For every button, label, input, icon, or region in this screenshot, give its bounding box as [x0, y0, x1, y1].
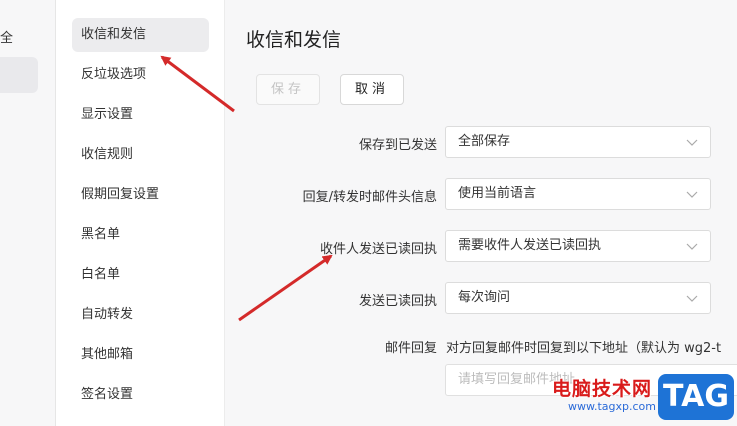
- send-read-receipt-label: 发送已读回执: [358, 294, 437, 309]
- send-read-receipt-select[interactable]: 每次询问: [445, 282, 711, 314]
- reply-address-description: 对方回复邮件时回复到以下地址（默认为 wg2-t: [446, 341, 722, 356]
- watermark-url: www.tagxp.com: [568, 400, 656, 413]
- nav-item-blacklist[interactable]: 黑名单: [72, 218, 209, 252]
- chevron-down-icon: [686, 191, 698, 198]
- read-receipt-request-value: 需要收件人发送已读回执: [458, 238, 602, 253]
- save-to-sent-label: 保存到已发送: [358, 138, 437, 153]
- left-sidebar: 全: [0, 0, 56, 426]
- save-to-sent-select[interactable]: 全部保存: [445, 126, 711, 158]
- send-read-receipt-value: 每次询问: [458, 290, 511, 305]
- nav-item-other-mailbox[interactable]: 其他邮箱: [72, 338, 209, 372]
- nav-item-anti-spam[interactable]: 反垃圾选项: [72, 58, 209, 92]
- nav-item-whitelist[interactable]: 白名单: [72, 258, 209, 292]
- nav-item-receive-rules[interactable]: 收信规则: [72, 138, 209, 172]
- page-title: 收信和发信: [246, 29, 342, 51]
- reply-address-label: 邮件回复: [384, 341, 437, 356]
- chevron-down-icon: [686, 139, 698, 146]
- cancel-button[interactable]: 取消: [340, 74, 404, 105]
- nav-item-display[interactable]: 显示设置: [72, 98, 209, 132]
- chevron-down-icon: [686, 295, 698, 302]
- read-receipt-request-select[interactable]: 需要收件人发送已读回执: [445, 230, 711, 262]
- left-sidebar-selected-item[interactable]: [0, 57, 38, 93]
- left-sidebar-fragment: 全: [0, 31, 14, 46]
- reply-header-value: 使用当前语言: [458, 186, 537, 201]
- watermark-tag: TAG: [658, 374, 734, 420]
- watermark-text: 电脑技术网: [552, 378, 653, 400]
- watermark-logo: 电脑技术网 www.tagxp.com TAG: [552, 372, 737, 426]
- reply-header-label: 回复/转发时邮件头信息: [302, 190, 437, 205]
- settings-nav: 收信和发信 反垃圾选项 显示设置 收信规则 假期回复设置 黑名单 白名单 自动转…: [56, 0, 225, 426]
- nav-item-vacation-reply[interactable]: 假期回复设置: [72, 178, 209, 212]
- save-button[interactable]: 保存: [256, 74, 320, 105]
- nav-item-receive-send[interactable]: 收信和发信: [72, 18, 209, 52]
- read-receipt-request-label: 收件人发送已读回执: [319, 242, 437, 257]
- chevron-down-icon: [686, 243, 698, 250]
- nav-item-signature[interactable]: 签名设置: [72, 378, 209, 412]
- reply-header-select[interactable]: 使用当前语言: [445, 178, 711, 210]
- settings-main-panel: 收信和发信 保存 取消 保存到已发送 全部保存 回复/转发时邮件头信息 使用当前…: [225, 0, 737, 426]
- nav-item-auto-forward[interactable]: 自动转发: [72, 298, 209, 332]
- save-to-sent-value: 全部保存: [458, 134, 511, 149]
